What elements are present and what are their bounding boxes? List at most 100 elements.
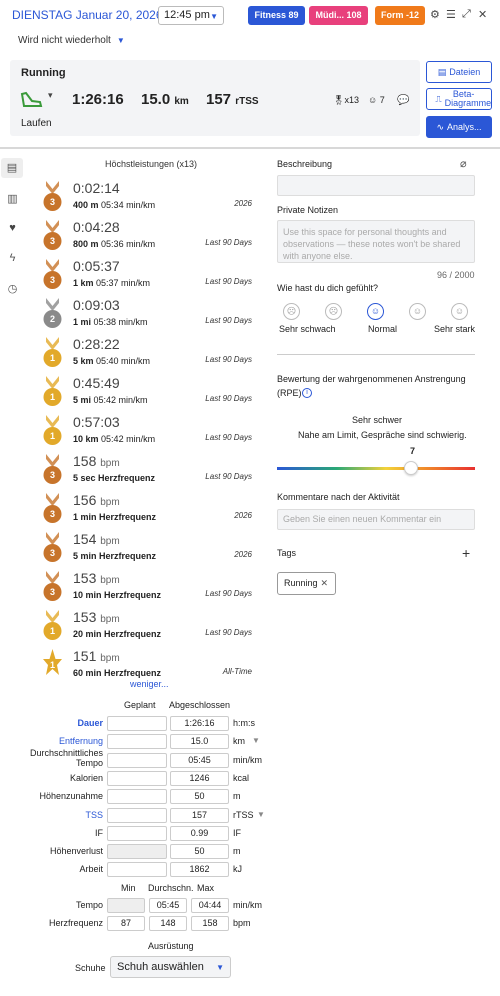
shoe-value: Schuh auswählen [117,961,204,973]
min-input[interactable] [107,898,145,913]
avg-input[interactable]: 05:45 [149,898,187,913]
avg-input[interactable]: 148 [149,916,187,931]
metric-label: Durchschnittliches Tempo [29,747,103,768]
max-input[interactable]: 04:44 [191,898,229,913]
chevron-down-icon[interactable]: ▼ [257,810,265,819]
best-effort-pace: 05:40 min/km [96,356,151,366]
distance-unit: km [174,96,189,107]
max-header: Max [197,883,215,893]
planned-input[interactable] [107,807,167,823]
private-notes-field[interactable]: Use this space for personal thoughts and… [277,220,475,263]
sport-chevron-icon[interactable]: ▾ [48,90,53,101]
planned-input[interactable] [107,862,167,878]
analysis-button[interactable]: ∿ Analys... [426,116,492,138]
face-normal-icon[interactable]: ☺ [367,303,384,320]
medal-count-value: x13 [344,95,359,105]
completed-input[interactable]: 50 [170,844,229,860]
best-effort-period: Last 90 Days [205,433,252,442]
metric-label: IF [95,827,103,838]
avg-header: Durchschn. [148,883,194,893]
medal-bronze-icon: 3 [42,492,63,526]
time-dropdown[interactable]: 12:45 pm ▼ [158,6,224,25]
repeat-dropdown[interactable]: Wird nicht wiederholt ▼ [18,35,125,46]
menu-icon[interactable]: ☰ [446,8,456,21]
planned-input[interactable] [107,844,167,860]
metric-label: Höhenverlust [49,846,103,857]
metric-label[interactable]: TSS [5,810,103,820]
shoe-select[interactable]: Schuh auswählen ▼ [110,956,231,978]
best-effort-detail: 400 m 05:34 min/km [73,200,155,210]
document-icon[interactable]: ▤ [1,158,23,178]
completed-input[interactable]: 1:26:16 [170,716,229,731]
clock-icon[interactable]: ◷ [6,282,19,295]
description-field[interactable] [277,175,475,196]
info-icon[interactable]: i [302,388,312,398]
chevron-down-icon[interactable]: ▼ [252,736,260,745]
completed-input[interactable]: 1862 [170,862,229,878]
value-text: 0:45:49 [73,375,120,391]
feeling-count[interactable]: ☺ 7 [368,95,385,105]
max-input[interactable]: 158 [191,916,229,931]
planned-input[interactable] [107,752,167,768]
tag-chip[interactable]: Running ✕ [277,572,336,595]
face-strong-icon[interactable]: ☺ [409,303,426,320]
metric-label[interactable]: Entfernung [5,736,103,746]
best-effort-detail: 10 min Herzfrequenz [73,590,161,600]
planned-input[interactable] [107,734,167,750]
bar-chart-icon[interactable]: ▥ [6,192,19,205]
completed-input[interactable]: 50 [170,789,229,805]
remove-tag-icon[interactable]: ✕ [320,573,328,594]
planned-input[interactable] [107,789,167,805]
completed-input[interactable]: 05:45 [170,752,229,768]
metric-unit: IF [233,827,241,838]
medal-count[interactable]: 🎖x13 [333,95,359,106]
metric-unit: m [233,846,241,857]
value-unit: bpm [100,614,120,625]
best-effort-pace: 05:38 min/km [93,317,148,327]
beta-charts-button[interactable]: ⎍ Beta-Diagramme [426,88,492,110]
planned-input[interactable] [107,716,167,731]
close-icon[interactable]: ✕ [478,8,487,21]
min-input[interactable]: 87 [107,916,145,931]
rpe-slider-track[interactable] [277,467,475,470]
form-badge[interactable]: Form -12 [375,6,425,25]
completed-input[interactable]: 15.0 [170,734,229,750]
best-effort-pace: 05:42 min/km [93,395,148,405]
planned-input[interactable] [107,825,167,841]
planned-input[interactable] [107,770,167,786]
completed-input[interactable]: 157 [170,807,229,823]
medal-rank: 3 [49,587,55,597]
tags-label: Tags [277,548,297,558]
best-effort-period: Last 90 Days [205,628,252,637]
expand-icon[interactable]: ⤢ [462,8,471,21]
minmax-unit: bpm [233,918,251,928]
medal-gold-icon: 1 [42,414,63,448]
completed-input[interactable]: 1246 [170,770,229,786]
rpe-slider-handle[interactable] [404,461,418,475]
comment-input[interactable]: Geben Sie einen neuen Kommentar ein [277,509,475,530]
minmax-unit: min/km [233,900,262,910]
face-weak-icon[interactable]: ☹ [325,303,342,320]
fitness-badge[interactable]: Fitness 89 [248,6,305,25]
gear-icon[interactable]: ⚙ [430,8,440,21]
heart-icon[interactable]: ♥ [6,222,19,235]
face-very-weak-icon[interactable]: ☹ [283,303,300,320]
best-effort-value: 0:09:03 [73,297,120,313]
files-button[interactable]: ▤ Dateien [426,61,492,83]
activity-date[interactable]: DIENSTAG Januar 20, 2026 [12,8,163,22]
add-tag-icon[interactable]: + [462,545,470,561]
time-value: 12:45 pm [164,9,210,21]
fatigue-badge[interactable]: Müdi... 108 [309,6,368,25]
best-effort-value: 158 bpm [73,453,120,469]
metric-unit: m [233,791,241,802]
paperclip-icon[interactable]: ⌀ [460,157,467,170]
medal-bronze-icon: 3 [42,219,63,253]
metric-label[interactable]: Dauer [5,718,103,728]
show-less-link[interactable]: weniger... [130,679,169,689]
comment-icon[interactable]: 💬 [397,95,409,106]
medal-rank: 3 [49,197,55,207]
completed-input[interactable]: 0.99 [170,825,229,841]
activity-title[interactable]: Running [21,67,66,79]
lightning-icon[interactable]: ϟ [6,252,19,265]
face-very-strong-icon[interactable]: ☺ [451,303,468,320]
